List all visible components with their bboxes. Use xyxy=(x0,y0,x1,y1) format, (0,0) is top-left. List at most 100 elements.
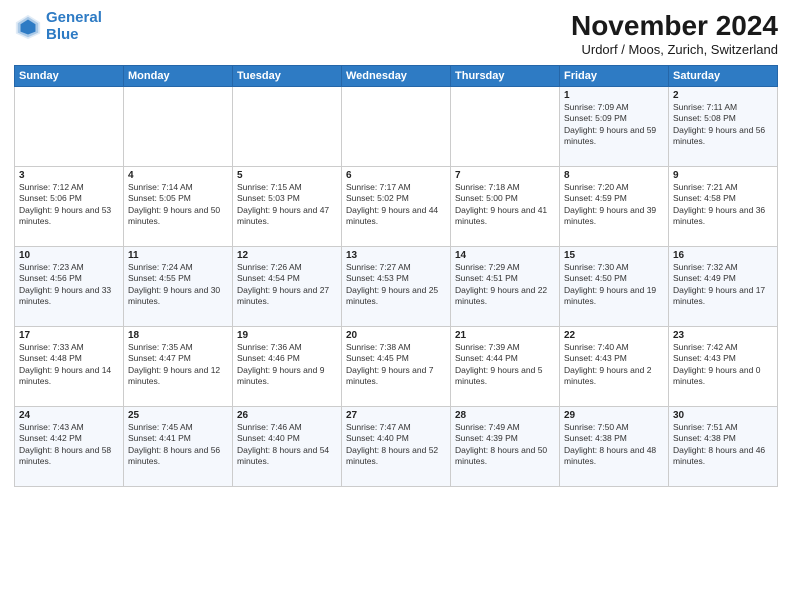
day-number: 27 xyxy=(346,410,446,421)
calendar-cell: 10Sunrise: 7:23 AM Sunset: 4:56 PM Dayli… xyxy=(15,247,124,327)
calendar-cell: 26Sunrise: 7:46 AM Sunset: 4:40 PM Dayli… xyxy=(233,407,342,487)
day-info: Sunrise: 7:32 AM Sunset: 4:49 PM Dayligh… xyxy=(673,262,773,308)
day-info: Sunrise: 7:12 AM Sunset: 5:06 PM Dayligh… xyxy=(19,182,119,228)
subtitle: Urdorf / Moos, Zurich, Switzerland xyxy=(571,42,778,57)
day-info: Sunrise: 7:43 AM Sunset: 4:42 PM Dayligh… xyxy=(19,422,119,468)
main-title: November 2024 xyxy=(571,10,778,42)
day-info: Sunrise: 7:26 AM Sunset: 4:54 PM Dayligh… xyxy=(237,262,337,308)
calendar-cell: 20Sunrise: 7:38 AM Sunset: 4:45 PM Dayli… xyxy=(342,327,451,407)
day-number: 25 xyxy=(128,410,228,421)
day-info: Sunrise: 7:23 AM Sunset: 4:56 PM Dayligh… xyxy=(19,262,119,308)
day-info: Sunrise: 7:40 AM Sunset: 4:43 PM Dayligh… xyxy=(564,342,664,388)
page-container: General Blue November 2024 Urdorf / Moos… xyxy=(0,0,792,612)
weekday-header-tuesday: Tuesday xyxy=(233,66,342,87)
calendar-cell: 28Sunrise: 7:49 AM Sunset: 4:39 PM Dayli… xyxy=(451,407,560,487)
day-number: 7 xyxy=(455,170,555,181)
calendar-week-row: 1Sunrise: 7:09 AM Sunset: 5:09 PM Daylig… xyxy=(15,87,778,167)
weekday-header-sunday: Sunday xyxy=(15,66,124,87)
day-info: Sunrise: 7:14 AM Sunset: 5:05 PM Dayligh… xyxy=(128,182,228,228)
calendar-cell: 4Sunrise: 7:14 AM Sunset: 5:05 PM Daylig… xyxy=(124,167,233,247)
calendar-cell: 7Sunrise: 7:18 AM Sunset: 5:00 PM Daylig… xyxy=(451,167,560,247)
calendar-cell: 5Sunrise: 7:15 AM Sunset: 5:03 PM Daylig… xyxy=(233,167,342,247)
calendar-cell: 19Sunrise: 7:36 AM Sunset: 4:46 PM Dayli… xyxy=(233,327,342,407)
title-block: November 2024 Urdorf / Moos, Zurich, Swi… xyxy=(571,10,778,57)
day-number: 2 xyxy=(673,90,773,101)
day-number: 1 xyxy=(564,90,664,101)
day-info: Sunrise: 7:33 AM Sunset: 4:48 PM Dayligh… xyxy=(19,342,119,388)
calendar-cell: 14Sunrise: 7:29 AM Sunset: 4:51 PM Dayli… xyxy=(451,247,560,327)
calendar-cell: 18Sunrise: 7:35 AM Sunset: 4:47 PM Dayli… xyxy=(124,327,233,407)
weekday-header-wednesday: Wednesday xyxy=(342,66,451,87)
day-info: Sunrise: 7:15 AM Sunset: 5:03 PM Dayligh… xyxy=(237,182,337,228)
day-info: Sunrise: 7:35 AM Sunset: 4:47 PM Dayligh… xyxy=(128,342,228,388)
day-info: Sunrise: 7:29 AM Sunset: 4:51 PM Dayligh… xyxy=(455,262,555,308)
logo-icon xyxy=(14,13,42,41)
day-info: Sunrise: 7:50 AM Sunset: 4:38 PM Dayligh… xyxy=(564,422,664,468)
calendar-cell: 21Sunrise: 7:39 AM Sunset: 4:44 PM Dayli… xyxy=(451,327,560,407)
day-number: 9 xyxy=(673,170,773,181)
day-info: Sunrise: 7:45 AM Sunset: 4:41 PM Dayligh… xyxy=(128,422,228,468)
calendar-week-row: 10Sunrise: 7:23 AM Sunset: 4:56 PM Dayli… xyxy=(15,247,778,327)
day-info: Sunrise: 7:49 AM Sunset: 4:39 PM Dayligh… xyxy=(455,422,555,468)
day-number: 3 xyxy=(19,170,119,181)
day-info: Sunrise: 7:47 AM Sunset: 4:40 PM Dayligh… xyxy=(346,422,446,468)
calendar-cell: 2Sunrise: 7:11 AM Sunset: 5:08 PM Daylig… xyxy=(669,87,778,167)
day-number: 22 xyxy=(564,330,664,341)
day-info: Sunrise: 7:42 AM Sunset: 4:43 PM Dayligh… xyxy=(673,342,773,388)
day-number: 14 xyxy=(455,250,555,261)
day-info: Sunrise: 7:51 AM Sunset: 4:38 PM Dayligh… xyxy=(673,422,773,468)
calendar-cell: 23Sunrise: 7:42 AM Sunset: 4:43 PM Dayli… xyxy=(669,327,778,407)
day-info: Sunrise: 7:30 AM Sunset: 4:50 PM Dayligh… xyxy=(564,262,664,308)
day-number: 12 xyxy=(237,250,337,261)
day-number: 18 xyxy=(128,330,228,341)
calendar-body: 1Sunrise: 7:09 AM Sunset: 5:09 PM Daylig… xyxy=(15,87,778,487)
calendar-week-row: 3Sunrise: 7:12 AM Sunset: 5:06 PM Daylig… xyxy=(15,167,778,247)
day-number: 26 xyxy=(237,410,337,421)
calendar-cell: 3Sunrise: 7:12 AM Sunset: 5:06 PM Daylig… xyxy=(15,167,124,247)
calendar-cell xyxy=(124,87,233,167)
calendar-table: SundayMondayTuesdayWednesdayThursdayFrid… xyxy=(14,65,778,487)
calendar-cell xyxy=(233,87,342,167)
day-info: Sunrise: 7:18 AM Sunset: 5:00 PM Dayligh… xyxy=(455,182,555,228)
calendar-cell xyxy=(342,87,451,167)
calendar-cell: 12Sunrise: 7:26 AM Sunset: 4:54 PM Dayli… xyxy=(233,247,342,327)
day-number: 8 xyxy=(564,170,664,181)
day-info: Sunrise: 7:38 AM Sunset: 4:45 PM Dayligh… xyxy=(346,342,446,388)
day-info: Sunrise: 7:21 AM Sunset: 4:58 PM Dayligh… xyxy=(673,182,773,228)
day-number: 20 xyxy=(346,330,446,341)
weekday-header-friday: Friday xyxy=(560,66,669,87)
day-info: Sunrise: 7:36 AM Sunset: 4:46 PM Dayligh… xyxy=(237,342,337,388)
calendar-cell: 1Sunrise: 7:09 AM Sunset: 5:09 PM Daylig… xyxy=(560,87,669,167)
calendar-cell: 25Sunrise: 7:45 AM Sunset: 4:41 PM Dayli… xyxy=(124,407,233,487)
day-number: 28 xyxy=(455,410,555,421)
day-info: Sunrise: 7:20 AM Sunset: 4:59 PM Dayligh… xyxy=(564,182,664,228)
logo: General Blue xyxy=(14,10,102,43)
day-number: 5 xyxy=(237,170,337,181)
calendar-cell: 27Sunrise: 7:47 AM Sunset: 4:40 PM Dayli… xyxy=(342,407,451,487)
day-info: Sunrise: 7:39 AM Sunset: 4:44 PM Dayligh… xyxy=(455,342,555,388)
day-info: Sunrise: 7:11 AM Sunset: 5:08 PM Dayligh… xyxy=(673,102,773,148)
calendar-cell xyxy=(15,87,124,167)
page-header: General Blue November 2024 Urdorf / Moos… xyxy=(14,10,778,57)
day-number: 24 xyxy=(19,410,119,421)
calendar-cell: 22Sunrise: 7:40 AM Sunset: 4:43 PM Dayli… xyxy=(560,327,669,407)
calendar-week-row: 24Sunrise: 7:43 AM Sunset: 4:42 PM Dayli… xyxy=(15,407,778,487)
day-number: 13 xyxy=(346,250,446,261)
calendar-week-row: 17Sunrise: 7:33 AM Sunset: 4:48 PM Dayli… xyxy=(15,327,778,407)
day-info: Sunrise: 7:27 AM Sunset: 4:53 PM Dayligh… xyxy=(346,262,446,308)
calendar-cell: 6Sunrise: 7:17 AM Sunset: 5:02 PM Daylig… xyxy=(342,167,451,247)
day-number: 23 xyxy=(673,330,773,341)
day-info: Sunrise: 7:17 AM Sunset: 5:02 PM Dayligh… xyxy=(346,182,446,228)
calendar-cell: 15Sunrise: 7:30 AM Sunset: 4:50 PM Dayli… xyxy=(560,247,669,327)
day-number: 15 xyxy=(564,250,664,261)
calendar-cell: 30Sunrise: 7:51 AM Sunset: 4:38 PM Dayli… xyxy=(669,407,778,487)
day-info: Sunrise: 7:24 AM Sunset: 4:55 PM Dayligh… xyxy=(128,262,228,308)
day-number: 10 xyxy=(19,250,119,261)
day-info: Sunrise: 7:09 AM Sunset: 5:09 PM Dayligh… xyxy=(564,102,664,148)
calendar-cell: 9Sunrise: 7:21 AM Sunset: 4:58 PM Daylig… xyxy=(669,167,778,247)
day-number: 29 xyxy=(564,410,664,421)
day-number: 4 xyxy=(128,170,228,181)
day-info: Sunrise: 7:46 AM Sunset: 4:40 PM Dayligh… xyxy=(237,422,337,468)
calendar-cell: 16Sunrise: 7:32 AM Sunset: 4:49 PM Dayli… xyxy=(669,247,778,327)
day-number: 16 xyxy=(673,250,773,261)
